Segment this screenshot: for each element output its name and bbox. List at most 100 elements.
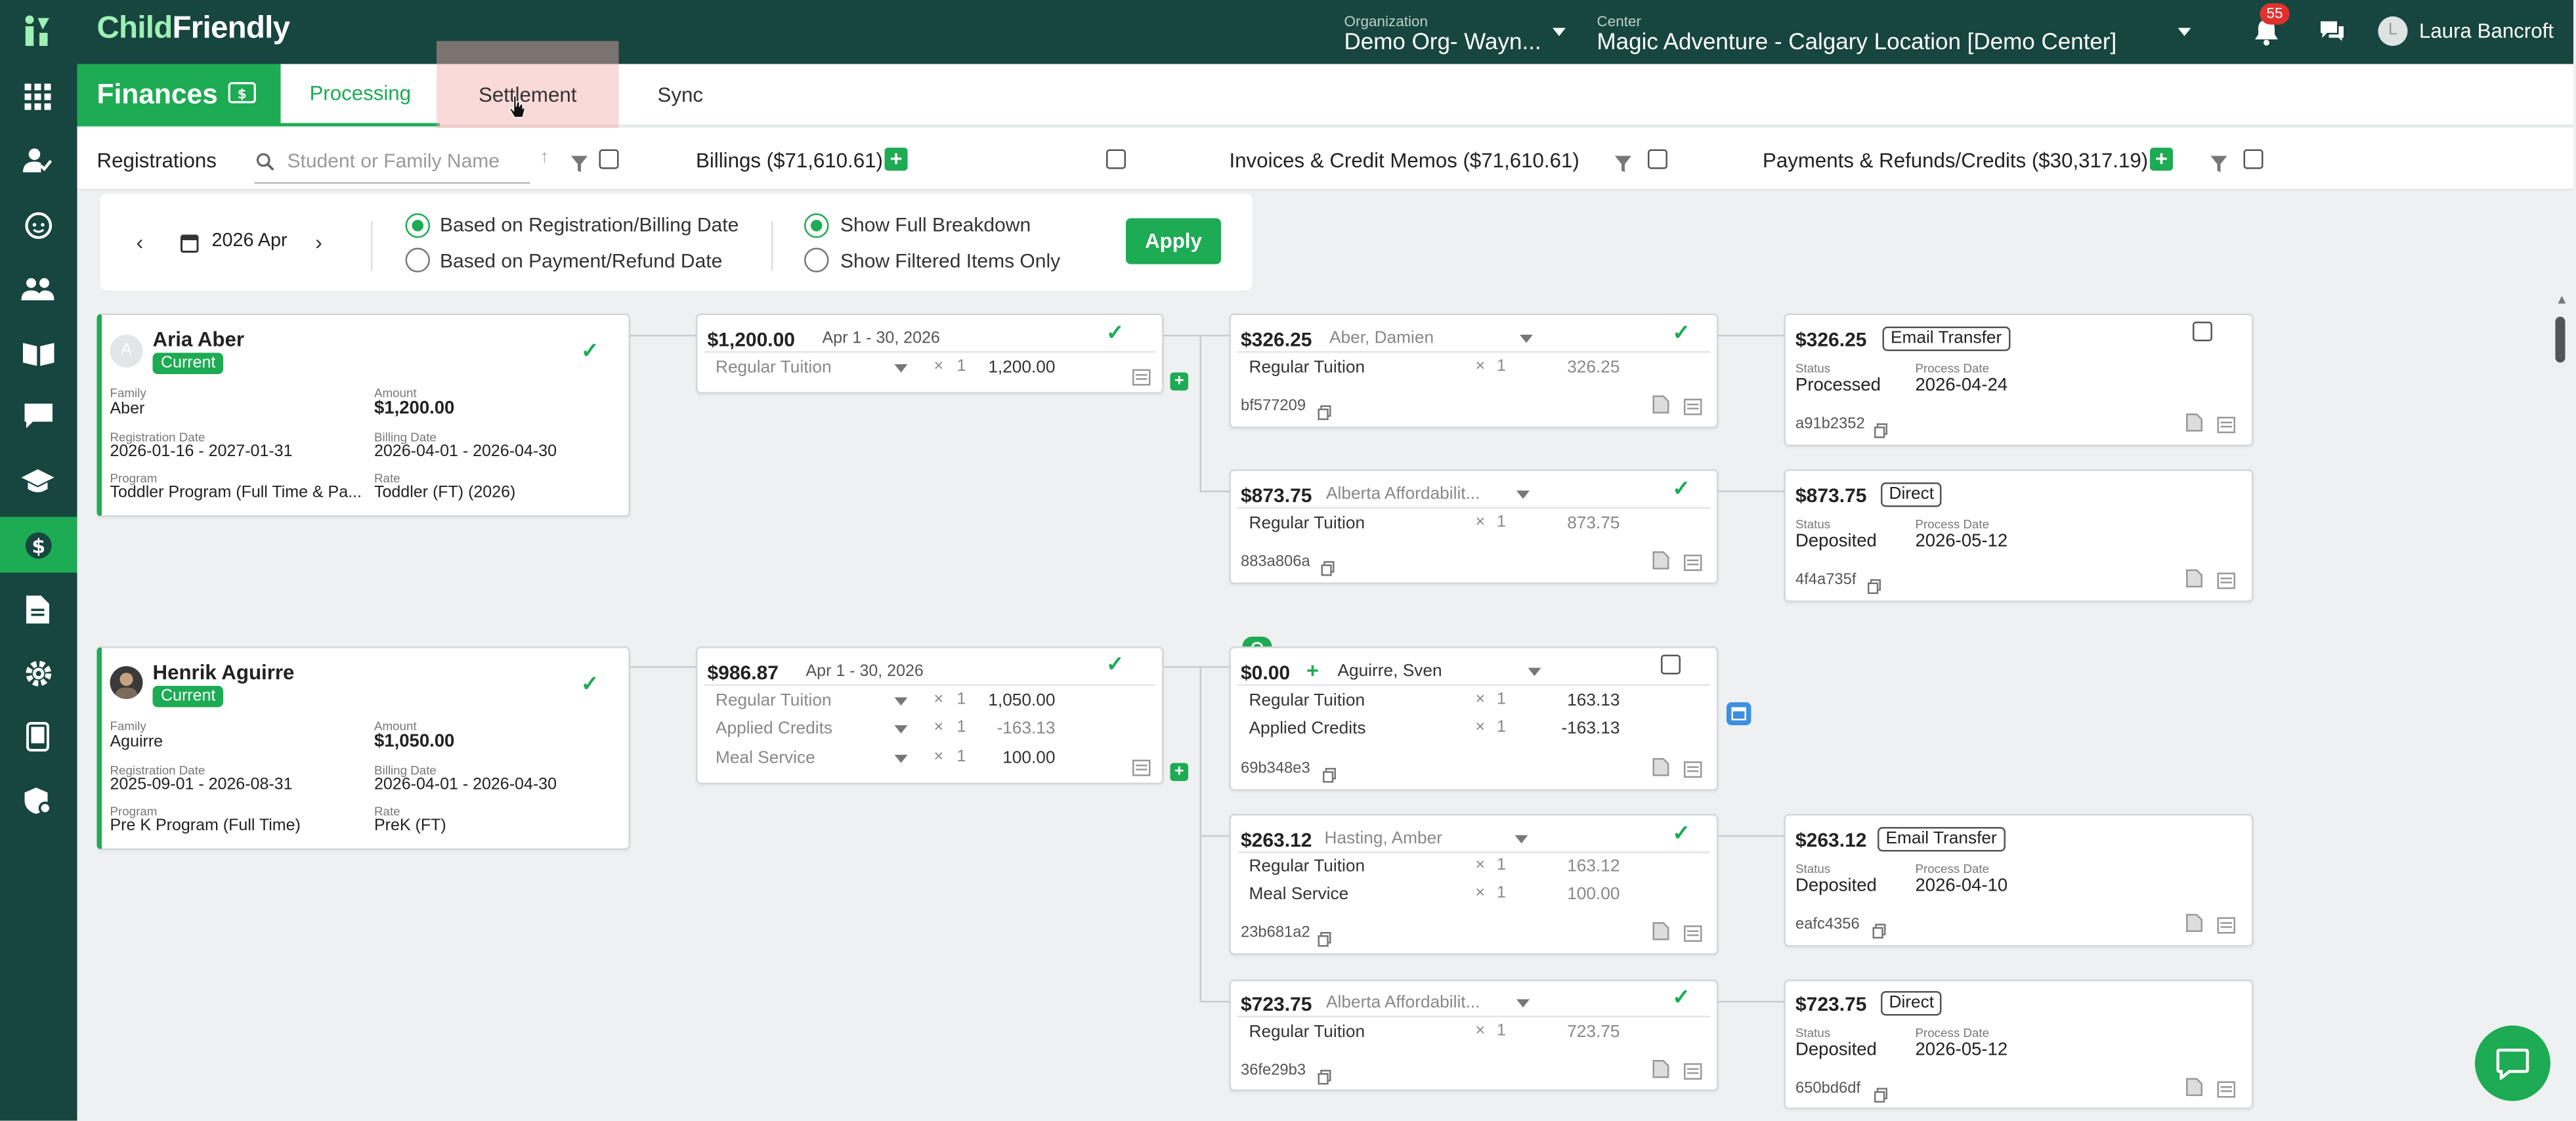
invoices-filter-icon[interactable]: [1615, 151, 1631, 180]
radio-filtered-only[interactable]: [804, 247, 829, 272]
radio-registration-date[interactable]: [405, 213, 430, 238]
apply-button[interactable]: Apply: [1126, 218, 1221, 264]
add-billing-button[interactable]: +: [884, 147, 908, 171]
invoice-payer[interactable]: Hasting, Amber: [1325, 829, 1442, 849]
gear-icon[interactable]: [20, 655, 56, 691]
registrations-select-all-checkbox[interactable]: [599, 149, 619, 169]
radio-full-breakdown[interactable]: [804, 213, 829, 238]
app-mark-icon[interactable]: [23, 15, 53, 56]
receipt-icon[interactable]: [2217, 912, 2235, 942]
payments-select-all-checkbox[interactable]: [2243, 149, 2264, 169]
copy-icon[interactable]: [1318, 399, 1331, 429]
payer-dropdown-icon[interactable]: [1514, 835, 1528, 843]
add-invoice-button[interactable]: +: [1170, 372, 1188, 391]
prev-month-button[interactable]: ‹: [137, 230, 144, 255]
radio-registration-date-label[interactable]: Based on Registration/Billing Date: [440, 213, 739, 236]
receipt-icon[interactable]: [1684, 921, 1702, 950]
dollar-icon[interactable]: $: [20, 527, 56, 563]
student-name[interactable]: Henrik Aguirre: [153, 662, 295, 685]
scrollbar-thumb[interactable]: [2555, 316, 2565, 363]
receipt-icon[interactable]: [1684, 550, 1702, 580]
invoice-payer[interactable]: Alberta Affordabilit...: [1326, 484, 1480, 504]
document-icon[interactable]: [2186, 410, 2202, 440]
filter-icon[interactable]: [571, 151, 588, 180]
search-input[interactable]: Student or Family Name: [288, 150, 500, 173]
receipt-icon[interactable]: [1132, 364, 1151, 394]
document-icon[interactable]: [1652, 392, 1669, 422]
org-dropdown-icon[interactable]: [1553, 28, 1566, 36]
receipt-icon[interactable]: [2217, 568, 2235, 597]
radio-payment-date[interactable]: [405, 247, 430, 272]
add-payment-button[interactable]: +: [2150, 147, 2173, 171]
payments-filter-icon[interactable]: [2210, 151, 2227, 180]
user-name[interactable]: Laura Bancroft: [2419, 20, 2554, 43]
document-icon[interactable]: [2186, 1075, 2202, 1105]
receipt-icon[interactable]: [2217, 1076, 2235, 1106]
tab-sync[interactable]: Sync: [633, 64, 727, 127]
add-payment-icon[interactable]: [1727, 702, 1751, 725]
child-face-icon[interactable]: [20, 207, 56, 243]
org-select[interactable]: Demo Org- Wayn...: [1344, 28, 1541, 54]
student-name[interactable]: Aria Aber: [153, 328, 245, 351]
document-icon[interactable]: [1652, 755, 1669, 784]
invoices-select-all-checkbox[interactable]: [1648, 149, 1667, 169]
tablet-icon[interactable]: [20, 719, 56, 755]
chat-button[interactable]: [2475, 1025, 2550, 1101]
document-icon[interactable]: [1652, 919, 1669, 948]
graduation-cap-icon[interactable]: [20, 463, 56, 499]
document-icon[interactable]: [20, 591, 56, 627]
radio-payment-date-label[interactable]: Based on Payment/Refund Date: [440, 249, 722, 272]
invoice-payer[interactable]: Aguirre, Sven: [1338, 662, 1442, 681]
radio-full-breakdown-label[interactable]: Show Full Breakdown: [840, 213, 1031, 236]
user-check-icon[interactable]: [20, 143, 56, 179]
invoice-payer[interactable]: Aber, Damien: [1329, 328, 1434, 348]
add-invoice-button[interactable]: +: [1170, 763, 1188, 781]
line-dropdown-icon[interactable]: [894, 755, 908, 763]
invoice-payer[interactable]: Alberta Affordabilit...: [1326, 993, 1480, 1013]
payment-checkbox[interactable]: [2193, 322, 2212, 341]
people-icon[interactable]: [20, 271, 56, 307]
copy-icon[interactable]: [1872, 918, 1886, 947]
add-line-button[interactable]: +: [1306, 658, 1319, 683]
copy-icon[interactable]: [1318, 1063, 1331, 1093]
document-icon[interactable]: [2186, 566, 2202, 596]
chat-icon[interactable]: [2319, 20, 2346, 51]
invoice-checkbox[interactable]: [1661, 654, 1681, 675]
payer-dropdown-icon[interactable]: [1520, 335, 1533, 343]
line-dropdown-icon[interactable]: [894, 697, 908, 706]
receipt-icon[interactable]: [2217, 412, 2235, 442]
payer-dropdown-icon[interactable]: [1516, 490, 1530, 499]
sort-arrow-icon[interactable]: ↑: [540, 148, 549, 167]
billing-card[interactable]: [696, 313, 1164, 394]
apps-grid-icon[interactable]: [20, 79, 56, 115]
line-dropdown-icon[interactable]: [894, 725, 908, 734]
document-icon[interactable]: [1652, 1057, 1669, 1086]
billings-select-all-checkbox[interactable]: [1106, 149, 1126, 169]
copy-icon[interactable]: [1874, 1082, 1887, 1111]
line-dropdown-icon[interactable]: [894, 364, 908, 373]
finance-tablet-icon[interactable]: $: [227, 79, 256, 112]
receipt-icon[interactable]: [1684, 757, 1702, 786]
tab-processing[interactable]: Processing: [280, 64, 440, 127]
copy-icon[interactable]: [1874, 417, 1887, 446]
center-select[interactable]: Magic Adventure - Calgary Location [Demo…: [1597, 28, 2117, 54]
book-open-icon[interactable]: [20, 335, 56, 371]
copy-icon[interactable]: [1318, 925, 1331, 955]
center-dropdown-icon[interactable]: [2178, 28, 2191, 36]
month-picker[interactable]: 2026 Apr: [212, 232, 288, 251]
avatar[interactable]: L: [2378, 16, 2408, 46]
payer-dropdown-icon[interactable]: [1528, 667, 1541, 676]
copy-icon[interactable]: [1868, 573, 1881, 603]
document-icon[interactable]: [2186, 911, 2202, 941]
radio-filtered-only-label[interactable]: Show Filtered Items Only: [840, 249, 1060, 272]
receipt-icon[interactable]: [1132, 755, 1151, 784]
copy-icon[interactable]: [1321, 555, 1335, 584]
receipt-icon[interactable]: [1684, 1059, 1702, 1088]
payer-dropdown-icon[interactable]: [1516, 999, 1530, 1007]
scroll-up-arrow[interactable]: ▲: [2556, 293, 2569, 306]
document-icon[interactable]: [1652, 548, 1669, 578]
app-logo[interactable]: ChildFriendly: [97, 12, 291, 48]
receipt-icon[interactable]: [1684, 394, 1702, 423]
shield-gear-icon[interactable]: [20, 783, 56, 819]
next-month-button[interactable]: ›: [315, 230, 322, 255]
